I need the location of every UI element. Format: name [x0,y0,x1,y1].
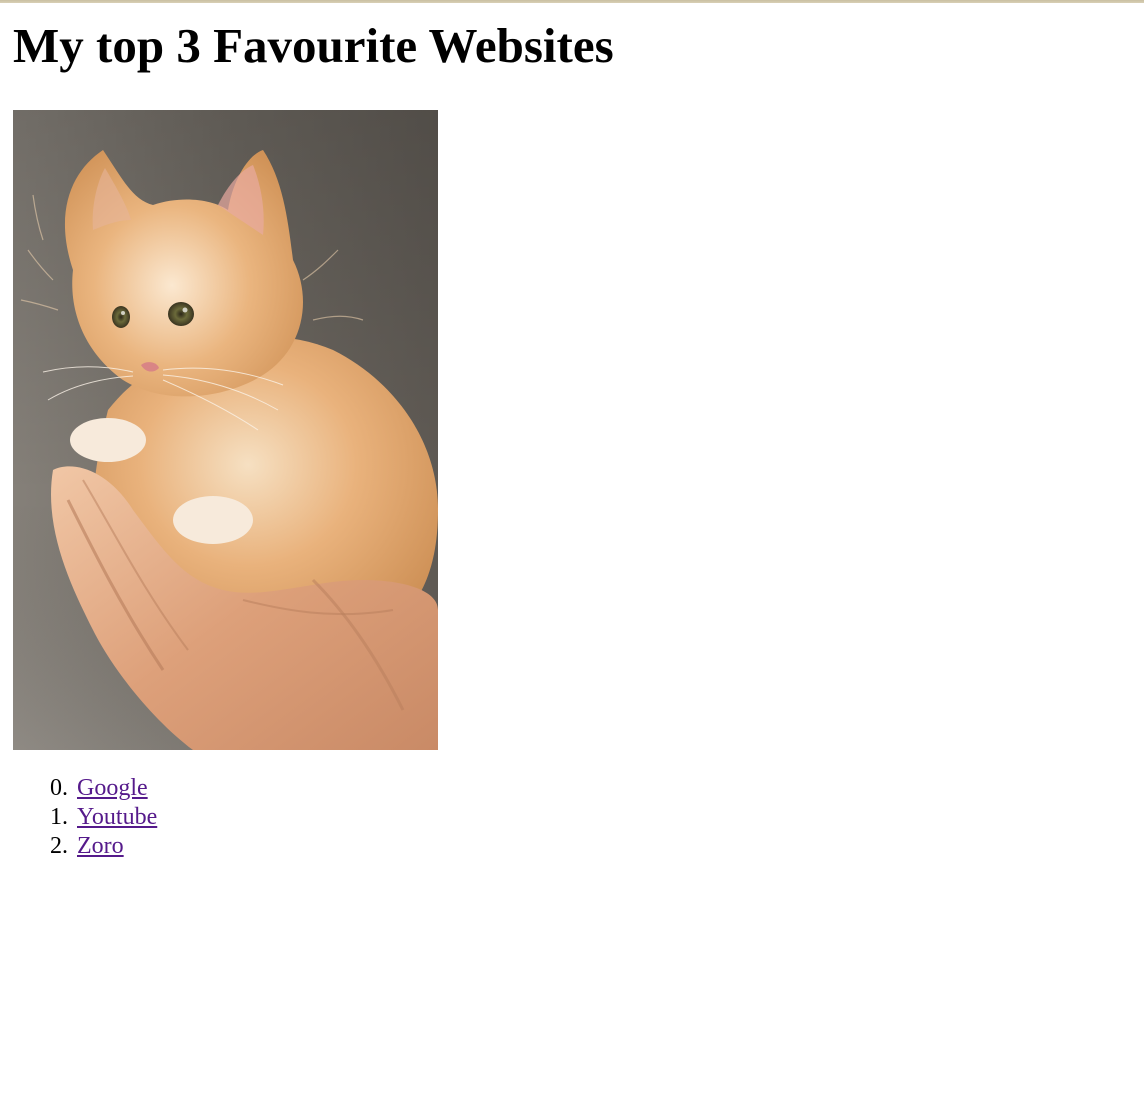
favourite-sites-list: 0. Google 1. Youtube 2. Zoro [13,774,157,861]
link-google[interactable]: Google [77,775,148,801]
link-youtube[interactable]: Youtube [77,804,157,830]
list-item-number: 0. [50,775,68,801]
list-item-number: 1. [50,804,68,830]
link-zoro[interactable]: Zoro [77,833,124,859]
kitten-photo [13,110,438,750]
list-item: 0. Google [13,774,157,803]
list-item: 2. Zoro [13,832,157,861]
browser-top-border [0,0,1144,3]
list-item-number: 2. [50,833,68,859]
page-title: My top 3 Favourite Websites [13,18,614,73]
list-item: 1. Youtube [13,803,157,832]
